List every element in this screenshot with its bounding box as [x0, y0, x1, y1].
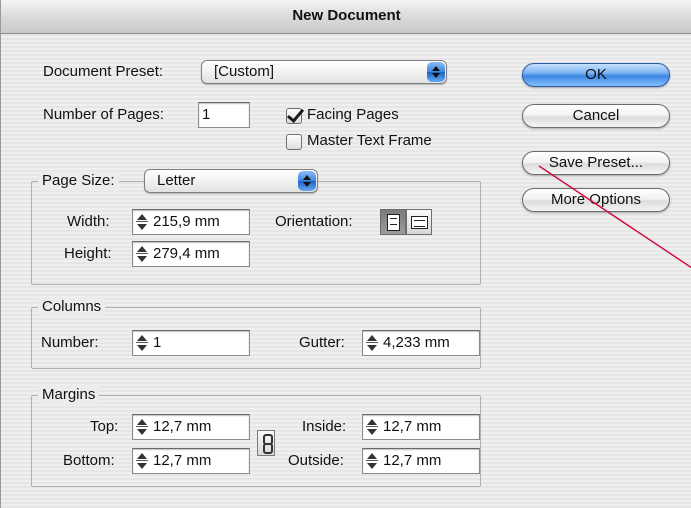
- ok-button[interactable]: OK: [522, 63, 670, 87]
- cancel-button[interactable]: Cancel: [522, 104, 670, 128]
- margins-title: Margins: [38, 385, 100, 405]
- more-options-button[interactable]: More Options: [522, 188, 670, 212]
- facing-pages-label: Facing Pages: [307, 106, 399, 123]
- columns-number-value: 1: [153, 334, 162, 351]
- popup-arrows-icon: [427, 62, 445, 82]
- width-input[interactable]: 215,9 mm: [132, 209, 250, 235]
- landscape-orientation-button[interactable]: [406, 209, 432, 235]
- facing-pages-checkbox[interactable]: [286, 108, 302, 124]
- portrait-orientation-button[interactable]: [380, 209, 406, 235]
- gutter-value: 4,233 mm: [383, 334, 450, 351]
- annotation-line: [538, 165, 691, 269]
- width-value: 215,9 mm: [153, 213, 220, 230]
- bottom-margin-input[interactable]: 12,7 mm: [132, 448, 250, 474]
- stepper-arrows-icon[interactable]: [136, 453, 148, 469]
- stepper-arrows-icon[interactable]: [136, 246, 148, 262]
- stepper-arrows-icon[interactable]: [366, 453, 378, 469]
- document-preset-label: Document Preset:: [43, 63, 164, 80]
- portrait-page-icon: [387, 214, 400, 231]
- stepper-arrows-icon[interactable]: [366, 419, 378, 435]
- width-label: Width:: [67, 213, 110, 230]
- save-preset-button[interactable]: Save Preset...: [522, 151, 670, 175]
- document-preset-popup[interactable]: [Custom]: [201, 60, 447, 84]
- columns-number-label: Number:: [41, 334, 99, 351]
- master-text-frame-checkbox[interactable]: [286, 134, 302, 150]
- outside-margin-input[interactable]: 12,7 mm: [362, 448, 480, 474]
- top-margin-label: Top:: [90, 418, 119, 435]
- page-size-label: Page Size:: [38, 171, 119, 191]
- stepper-arrows-icon[interactable]: [136, 335, 148, 351]
- stepper-arrows-icon[interactable]: [366, 335, 378, 351]
- landscape-page-icon: [411, 216, 428, 229]
- gutter-label: Gutter:: [299, 334, 345, 351]
- window-title: New Document: [1, 0, 691, 34]
- orientation-label: Orientation:: [275, 213, 353, 230]
- page-size-value: Letter: [157, 172, 196, 189]
- columns-number-input[interactable]: 1: [132, 330, 250, 356]
- chain-link-icon[interactable]: [257, 430, 275, 456]
- height-value: 279,4 mm: [153, 245, 220, 262]
- number-of-pages-input[interactable]: 1: [198, 102, 250, 128]
- page-size-popup[interactable]: Letter: [144, 169, 318, 193]
- inside-margin-input[interactable]: 12,7 mm: [362, 414, 480, 440]
- number-of-pages-label: Number of Pages:: [43, 106, 164, 123]
- height-label: Height:: [64, 245, 112, 262]
- stepper-arrows-icon[interactable]: [136, 419, 148, 435]
- popup-arrows-icon: [298, 171, 316, 191]
- stepper-arrows-icon[interactable]: [136, 214, 148, 230]
- document-preset-value: [Custom]: [214, 63, 275, 80]
- top-margin-value: 12,7 mm: [153, 418, 212, 435]
- gutter-input[interactable]: 4,233 mm: [362, 330, 480, 356]
- bottom-margin-label: Bottom:: [63, 452, 115, 469]
- height-input[interactable]: 279,4 mm: [132, 241, 250, 267]
- new-document-dialog: New Document Document Preset: [Custom] N…: [0, 0, 691, 508]
- outside-margin-value: 12,7 mm: [383, 452, 442, 469]
- master-text-frame-label: Master Text Frame: [307, 132, 432, 149]
- columns-title: Columns: [38, 297, 106, 317]
- inside-margin-label: Inside:: [302, 418, 347, 435]
- outside-margin-label: Outside:: [288, 452, 344, 469]
- top-margin-input[interactable]: 12,7 mm: [132, 414, 250, 440]
- bottom-margin-value: 12,7 mm: [153, 452, 212, 469]
- inside-margin-value: 12,7 mm: [383, 418, 442, 435]
